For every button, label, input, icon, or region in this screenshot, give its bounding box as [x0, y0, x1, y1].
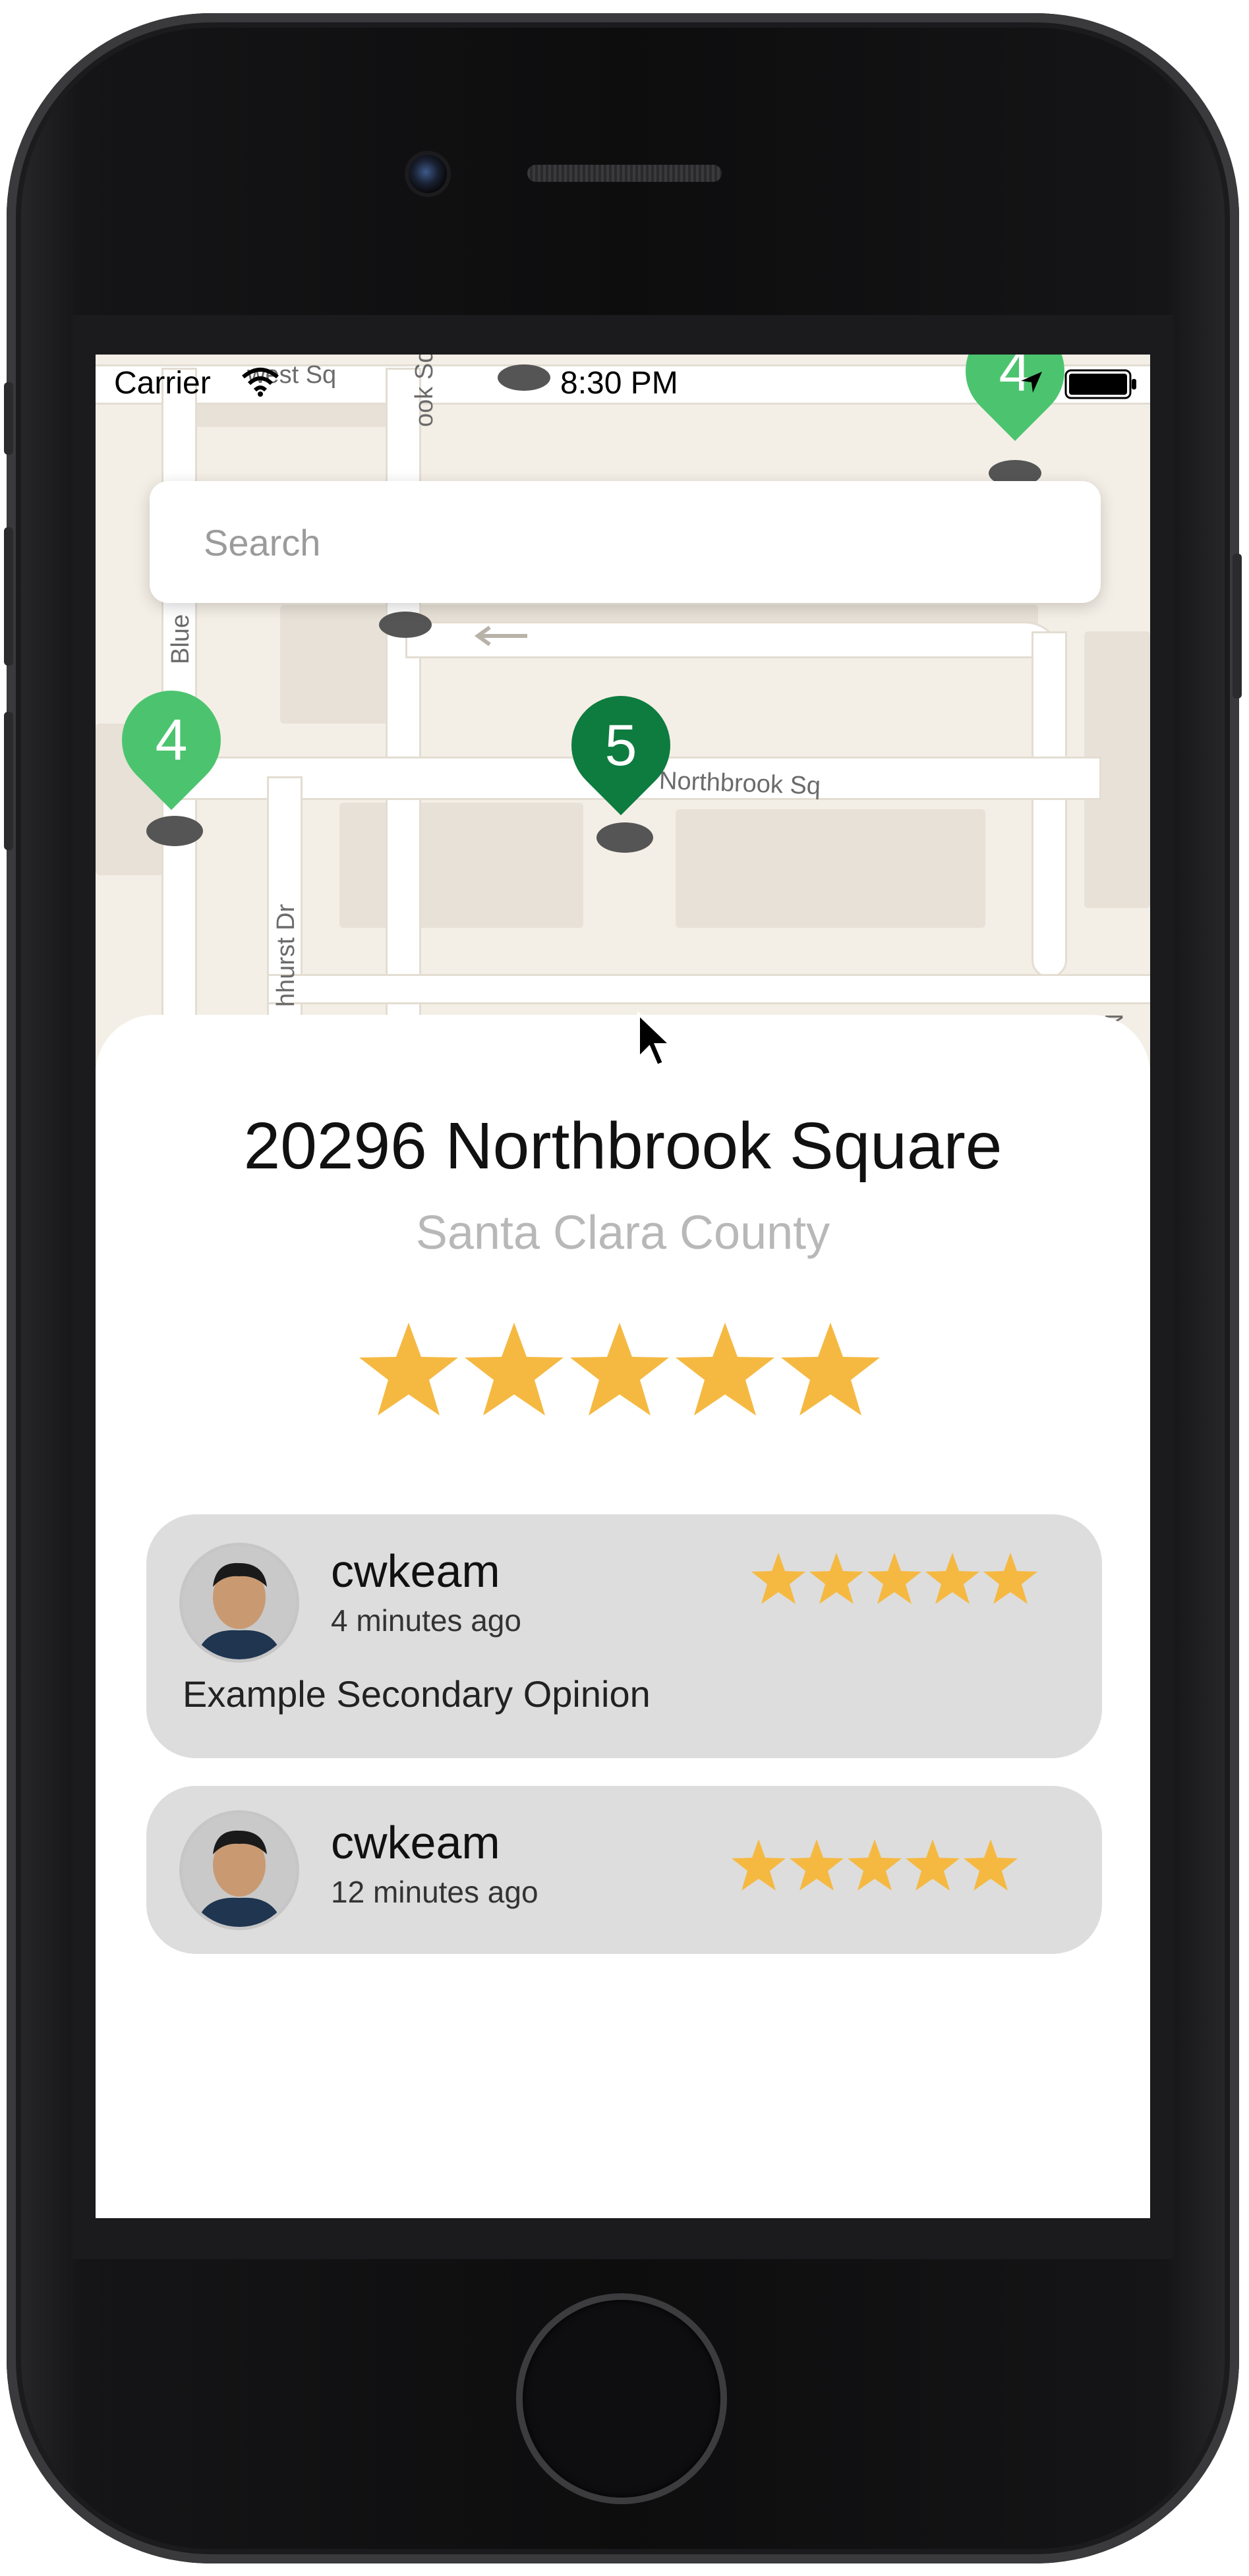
- avatar: [183, 1546, 296, 1659]
- search-input[interactable]: [202, 481, 1062, 604]
- volume-up-button: [4, 527, 13, 666]
- star-icon: [781, 1323, 880, 1416]
- wifi-icon: [242, 368, 279, 397]
- mute-switch: [4, 382, 13, 455]
- star-icon: [751, 1553, 805, 1604]
- review-rating-stars: [751, 1553, 1037, 1604]
- map-pin-shadow: [146, 816, 203, 846]
- user-photo: [183, 1546, 296, 1659]
- star-icon: [676, 1323, 774, 1416]
- star-icon: [359, 1323, 458, 1416]
- review-time: 4 minutes ago: [331, 1603, 521, 1638]
- map-building: [676, 809, 985, 928]
- place-title: 20296 Northbrook Square: [243, 1109, 1002, 1183]
- star-icon: [983, 1553, 1037, 1604]
- avatar: [183, 1814, 296, 1927]
- place-county: Santa Clara County: [415, 1207, 830, 1259]
- place-rating: [356, 1319, 890, 1425]
- star-icon: [906, 1839, 960, 1891]
- map-pin-shadow: [379, 612, 432, 638]
- review-username: cwkeam: [331, 1545, 500, 1597]
- star-icon: [867, 1553, 921, 1604]
- review-time: 12 minutes ago: [331, 1875, 538, 1909]
- home-button[interactable]: [523, 2300, 720, 2498]
- status-time: 8:30 PM: [560, 366, 678, 401]
- star-icon: [925, 1553, 979, 1604]
- map-building: [280, 605, 392, 724]
- review-rating-stars: [732, 1839, 1018, 1891]
- status-bar: Carrier 8:30 PM: [96, 355, 1150, 414]
- map-pin-shadow: [596, 822, 653, 853]
- battery-icon: [1064, 369, 1136, 399]
- carrier-label: Carrier: [114, 366, 211, 401]
- star-icon: [570, 1323, 669, 1416]
- map-pin-5[interactable]: 5: [550, 675, 691, 821]
- star-icon: [848, 1839, 902, 1891]
- earpiece-speaker: [527, 165, 722, 182]
- location-arrow-icon: [1021, 372, 1042, 393]
- review-card[interactable]: cwkeam 12 minutes ago: [146, 1786, 1102, 1954]
- map-building: [339, 803, 583, 928]
- star-icon: [790, 1839, 844, 1891]
- front-camera: [409, 155, 447, 193]
- map-pin-4-left[interactable]: 4: [101, 670, 242, 816]
- pin-count: 4: [155, 707, 188, 772]
- map-road: [386, 368, 421, 1031]
- app-screen: west Sq ook Sq Blue Northbrook Sq hhurst…: [96, 355, 1150, 2218]
- power-button: [1233, 554, 1242, 699]
- pin-count: 5: [604, 712, 637, 778]
- star-icon: [732, 1839, 786, 1891]
- street-label: hhurst Dr: [272, 903, 300, 1007]
- map-view[interactable]: west Sq ook Sq Blue Northbrook Sq hhurst…: [96, 355, 1150, 1066]
- one-way-arrow-icon: [474, 625, 527, 646]
- star-icon: [465, 1323, 564, 1416]
- street-label: Northbrook Sq: [658, 766, 821, 801]
- search-bar[interactable]: [150, 481, 1101, 604]
- review-opinion: Example Secondary Opinion: [183, 1673, 651, 1715]
- rating-stars: [359, 1323, 880, 1416]
- volume-down-button: [4, 712, 13, 850]
- user-photo: [183, 1814, 296, 1927]
- street-label: Blue: [167, 614, 194, 664]
- review-username: cwkeam: [331, 1817, 500, 1868]
- star-icon: [964, 1839, 1018, 1891]
- map-road: [1031, 631, 1067, 978]
- pointer-cursor-icon: [637, 1012, 674, 1068]
- map-road: [267, 974, 1150, 1004]
- review-card[interactable]: cwkeam 4 minutes ago Example Secondary O…: [146, 1514, 1102, 1758]
- star-icon: [809, 1553, 863, 1604]
